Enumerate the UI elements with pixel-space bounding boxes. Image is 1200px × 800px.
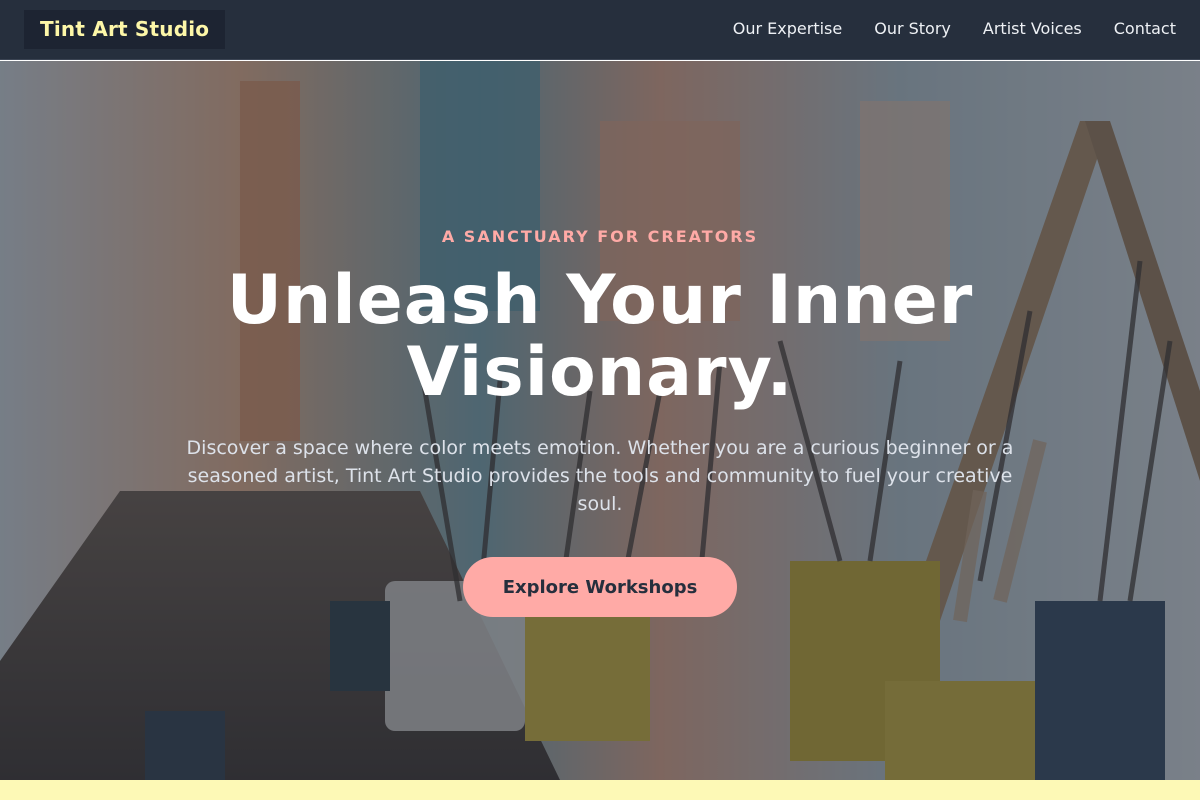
nav-link-our-story[interactable]: Our Story <box>874 19 951 38</box>
nav-link-artist-voices[interactable]: Artist Voices <box>983 19 1082 38</box>
hero-section: A SANCTUARY FOR CREATORS Unleash Your In… <box>0 61 1200 780</box>
top-navigation-bar: Tint Art Studio Our Expertise Our Story … <box>0 0 1200 60</box>
main-nav: Our Expertise Our Story Artist Voices Co… <box>733 19 1176 38</box>
hero-eyebrow: A SANCTUARY FOR CREATORS <box>441 227 759 246</box>
hero-description: Discover a space where color meets emoti… <box>186 437 1014 515</box>
site-logo[interactable]: Tint Art Studio <box>24 10 226 49</box>
hero-headline: Unleash Your Inner Visionary. <box>226 261 974 412</box>
hero-content: A SANCTUARY FOR CREATORS Unleash Your In… <box>0 61 1200 780</box>
nav-link-our-expertise[interactable]: Our Expertise <box>733 19 842 38</box>
explore-workshops-button[interactable]: Explore Workshops <box>463 557 737 617</box>
next-section-strip <box>0 780 1200 800</box>
nav-link-contact[interactable]: Contact <box>1114 19 1176 38</box>
